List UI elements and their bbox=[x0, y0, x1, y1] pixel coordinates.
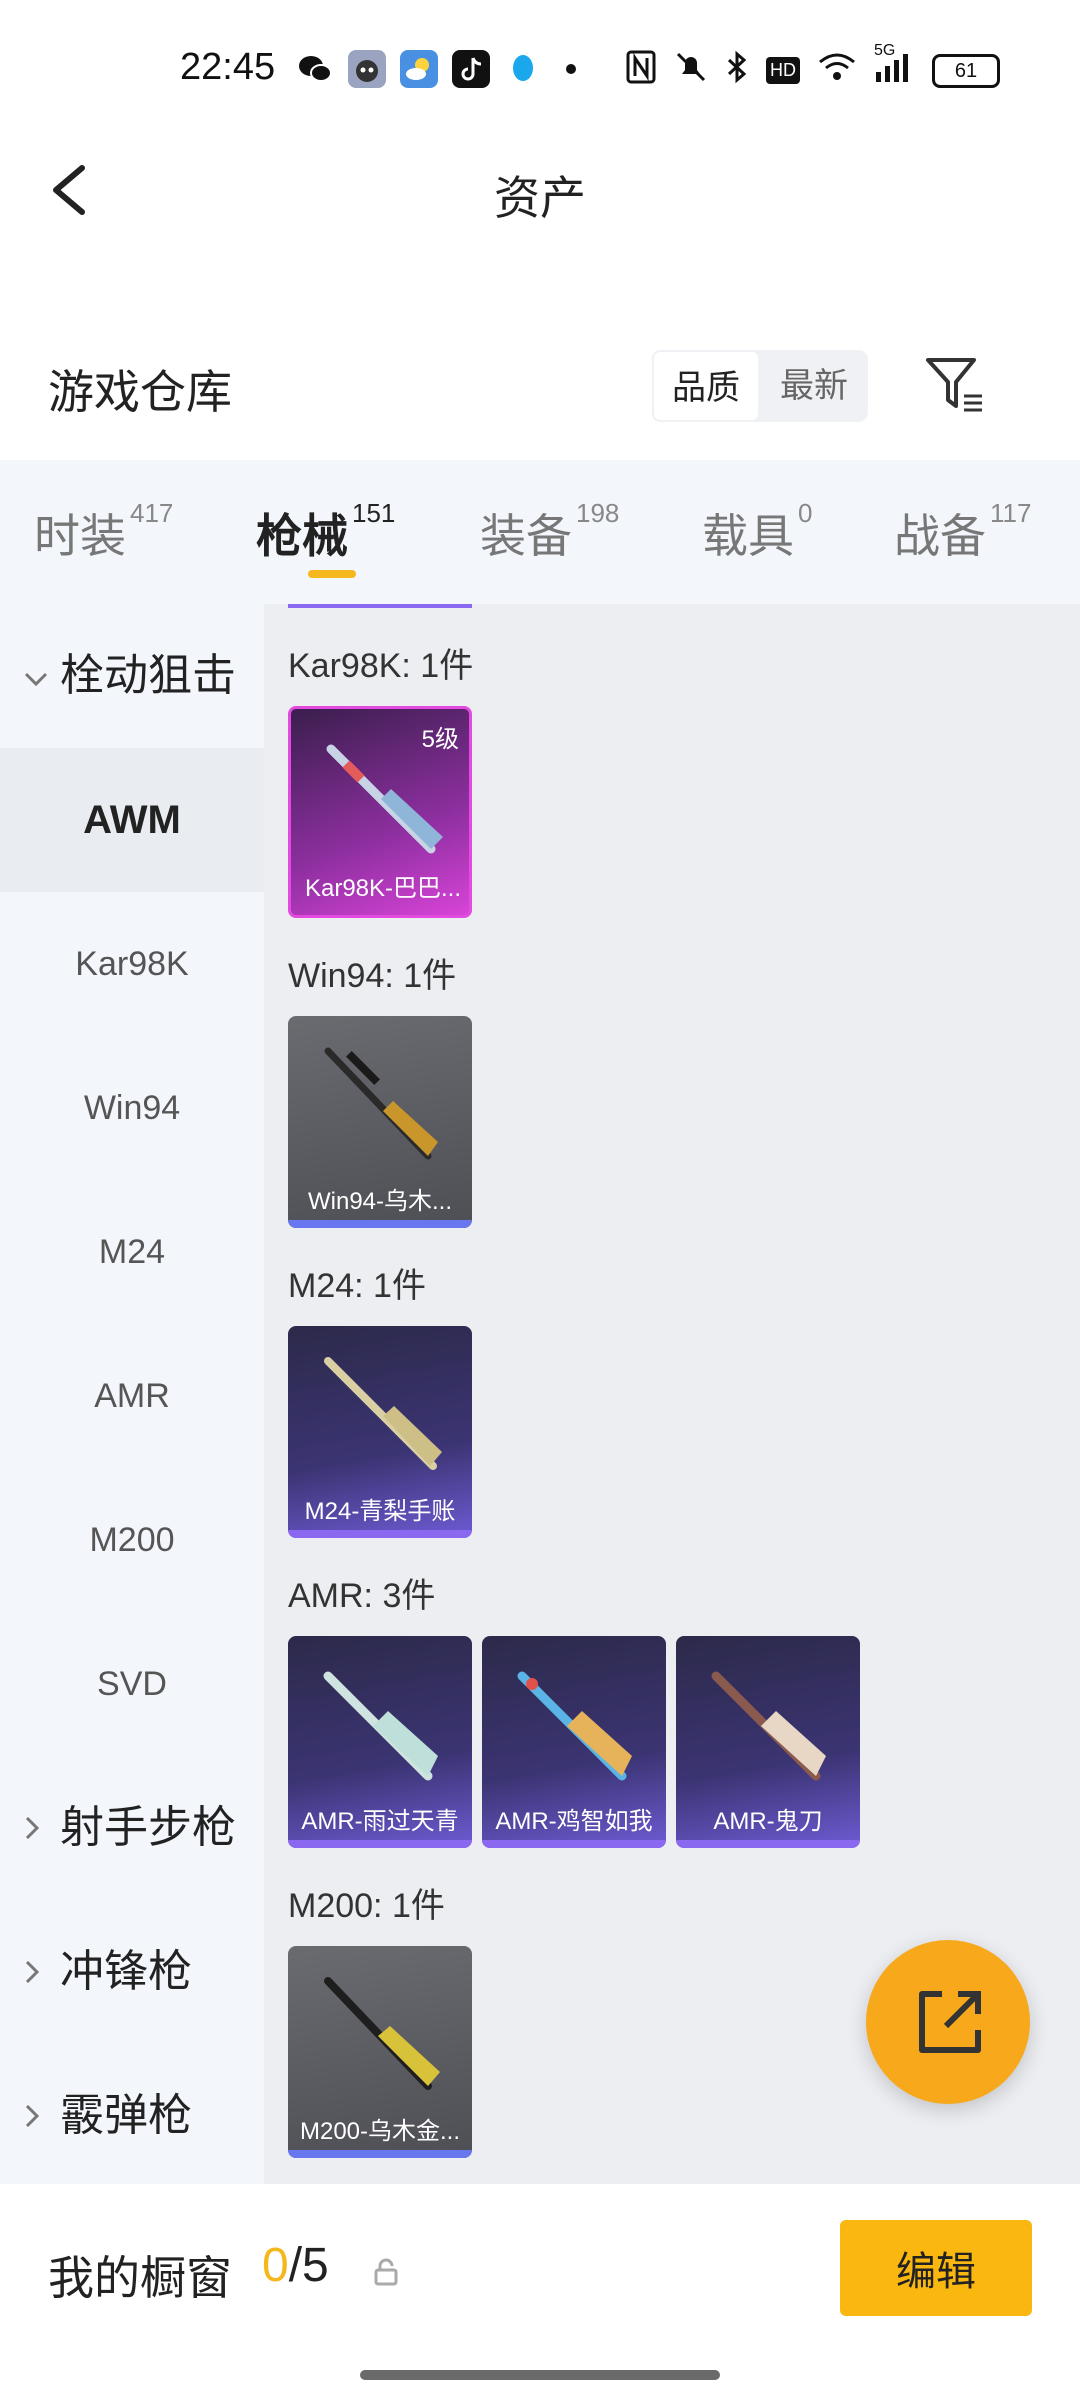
app-header: 资产 bbox=[0, 140, 1080, 240]
bluetooth-icon bbox=[726, 50, 748, 91]
sidebar-item-awm[interactable]: AWM bbox=[0, 748, 264, 892]
rifle-icon bbox=[326, 744, 443, 854]
sidebar: 栓动狙击 AWM Kar98K Win94 M24 AMR M200 SVD 射… bbox=[0, 604, 264, 2184]
sidebar-group-shotgun[interactable]: 霰弹枪 bbox=[22, 2044, 192, 2188]
rifle-icon bbox=[711, 1671, 826, 1781]
previous-card-edge bbox=[288, 604, 472, 608]
sidebar-item-svd[interactable]: SVD bbox=[0, 1612, 264, 1756]
qq-icon bbox=[504, 50, 542, 88]
item-card[interactable]: 5级 Kar98K-巴巴... bbox=[288, 706, 472, 918]
sidebar-item-amr[interactable]: AMR bbox=[0, 1324, 264, 1468]
item-card[interactable]: Win94-乌木... bbox=[288, 1016, 472, 1228]
warehouse-title: 游戏仓库 bbox=[48, 366, 232, 418]
showcase-count: 0/5 bbox=[262, 2239, 329, 2292]
item-card[interactable]: M24-青梨手账 bbox=[288, 1326, 472, 1538]
notification-icons bbox=[296, 50, 586, 88]
item-name: M24-青梨手账 bbox=[304, 1498, 456, 1525]
rifle-icon bbox=[323, 1671, 438, 1781]
sidebar-item-m200[interactable]: M200 bbox=[0, 1468, 264, 1612]
item-card[interactable]: M200-乌木金... bbox=[288, 1946, 472, 2158]
dot-icon bbox=[566, 64, 576, 74]
section-label-win94: Win94: 1件 bbox=[288, 957, 457, 995]
item-name: M200-乌木金... bbox=[299, 2118, 461, 2145]
battery-indicator: 61 bbox=[932, 53, 1000, 88]
item-name: AMR-雨过天青 bbox=[301, 1808, 459, 1835]
page-title: 资产 bbox=[494, 172, 586, 224]
mute-icon bbox=[674, 50, 708, 91]
sidebar-item-m24[interactable]: M24 bbox=[0, 1180, 264, 1324]
rifle-icon bbox=[324, 1047, 438, 1160]
sort-quality-button[interactable]: 品质 bbox=[652, 350, 760, 422]
rarity-bar bbox=[288, 2150, 472, 2158]
filter-icon[interactable] bbox=[924, 356, 988, 416]
chevron-right-icon bbox=[22, 1905, 60, 2049]
chevron-right-icon bbox=[22, 1761, 60, 1905]
lock-icon bbox=[372, 2258, 400, 2286]
category-tabs: 时装 417 枪械 151 装备 198 载具 0 战备 117 bbox=[0, 460, 1080, 604]
nfc-icon bbox=[626, 50, 656, 91]
sidebar-item-win94[interactable]: Win94 bbox=[0, 1036, 264, 1180]
tab-firearms[interactable]: 枪械 151 bbox=[256, 498, 395, 566]
section-label-amr: AMR: 3件 bbox=[288, 1577, 436, 1615]
showcase-title: 我的橱窗 bbox=[48, 2252, 232, 2304]
signal-icon: 5G bbox=[874, 42, 914, 89]
tab-supplies[interactable]: 战备 117 bbox=[894, 498, 1031, 566]
item-card[interactable]: AMR-鸡智如我 bbox=[482, 1636, 666, 1848]
home-indicator bbox=[360, 2370, 720, 2380]
item-card[interactable]: AMR-鬼刀 bbox=[676, 1636, 860, 1848]
status-bar: 22:45 HD 5G 61 bbox=[0, 0, 1080, 140]
tab-equipment[interactable]: 装备 198 bbox=[480, 498, 619, 566]
section-label-kar98k: Kar98K: 1件 bbox=[288, 647, 474, 685]
chevron-right-icon bbox=[22, 2049, 60, 2193]
system-icons: HD 5G 61 bbox=[626, 42, 1000, 91]
sidebar-group-bolt-action[interactable]: 栓动狙击 bbox=[22, 604, 236, 748]
weather-icon bbox=[400, 50, 438, 88]
chevron-down-icon bbox=[22, 609, 60, 753]
tab-fashion[interactable]: 时装 417 bbox=[34, 498, 173, 566]
item-name: AMR-鬼刀 bbox=[713, 1808, 823, 1835]
showcase-bar: 我的橱窗 0/5 编辑 bbox=[0, 2184, 1080, 2400]
hd-icon: HD bbox=[766, 57, 800, 84]
sidebar-item-kar98k[interactable]: Kar98K bbox=[0, 892, 264, 1036]
wifi-icon bbox=[818, 52, 856, 89]
section-label-m200: M200: 1件 bbox=[288, 1887, 445, 1925]
status-time: 22:45 bbox=[180, 46, 276, 88]
rarity-bar bbox=[288, 1220, 472, 1228]
rifle-icon bbox=[324, 1977, 440, 2090]
sidebar-group-smg[interactable]: 冲锋枪 bbox=[22, 1900, 192, 2044]
item-name: Win94-乌木... bbox=[307, 1188, 453, 1215]
item-name: AMR-鸡智如我 bbox=[495, 1808, 653, 1835]
rarity-bar bbox=[482, 1840, 666, 1848]
sort-newest-button[interactable]: 最新 bbox=[760, 350, 868, 422]
sort-toggle: 品质 最新 bbox=[652, 350, 868, 422]
section-label-m24: M24: 1件 bbox=[288, 1267, 426, 1305]
tab-underline bbox=[308, 570, 356, 578]
share-fab[interactable] bbox=[866, 1940, 1030, 2104]
rarity-bar bbox=[288, 1530, 472, 1538]
rifle-icon bbox=[517, 1671, 632, 1781]
sidebar-group-dmr[interactable]: 射手步枪 bbox=[22, 1756, 236, 1900]
cat-app-icon bbox=[348, 50, 386, 88]
tiktok-icon bbox=[452, 50, 490, 88]
rarity-bar bbox=[676, 1840, 860, 1848]
wechat-icon bbox=[296, 50, 334, 88]
share-icon bbox=[919, 1991, 981, 2053]
item-name: Kar98K-巴巴... bbox=[304, 875, 462, 902]
tab-vehicles[interactable]: 载具 0 bbox=[702, 498, 812, 566]
rifle-icon bbox=[324, 1357, 442, 1470]
edit-button[interactable]: 编辑 bbox=[840, 2220, 1032, 2316]
rarity-bar bbox=[288, 1840, 472, 1848]
item-card[interactable]: AMR-雨过天青 bbox=[288, 1636, 472, 1848]
